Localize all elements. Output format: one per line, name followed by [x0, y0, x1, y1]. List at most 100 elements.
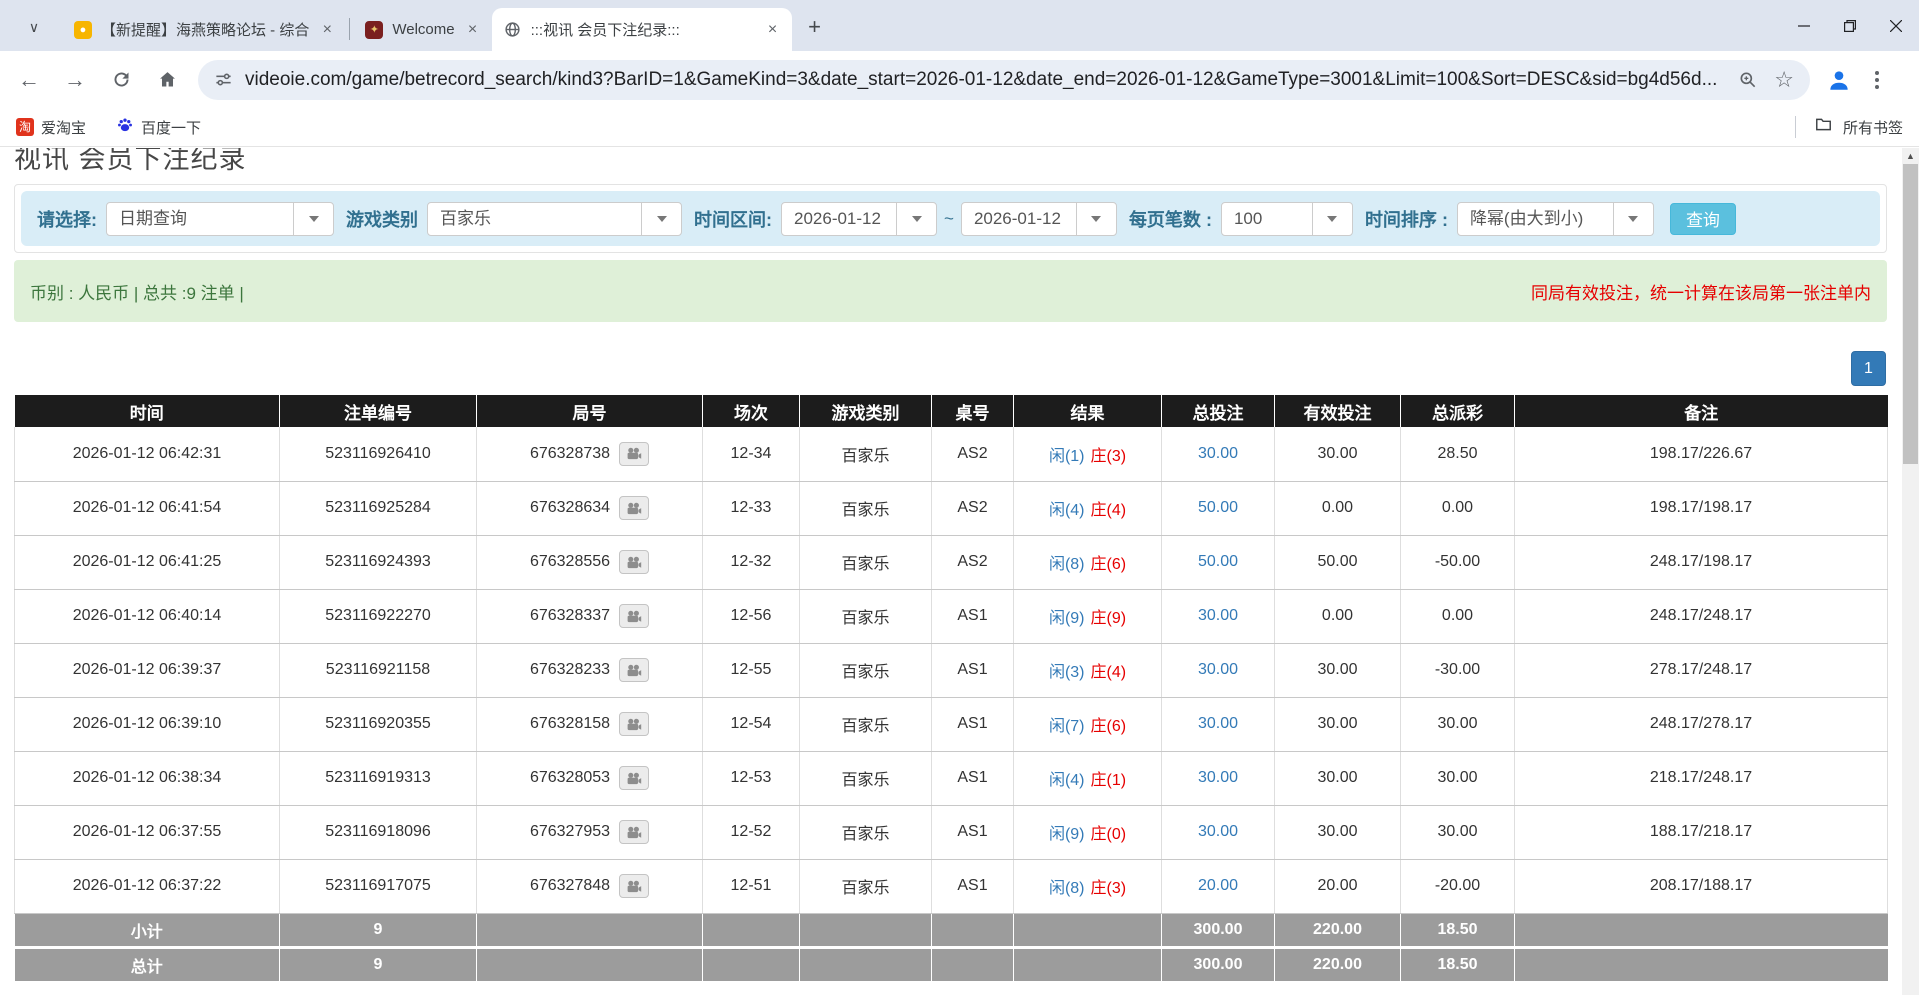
bookmark-label: 百度一下	[141, 117, 201, 138]
restore-icon[interactable]	[1827, 0, 1873, 51]
tab-close-icon[interactable]: ×	[764, 21, 782, 39]
scroll-up-arrow-icon[interactable]: ▲	[1902, 148, 1919, 164]
bet-id: 523116919313	[280, 751, 477, 805]
video-camera-icon[interactable]	[619, 496, 649, 520]
video-camera-icon[interactable]	[619, 712, 649, 736]
all-bookmarks[interactable]: 所有书签	[1795, 115, 1903, 139]
browser-tab-welcome[interactable]: ✦ Welcome ×	[353, 8, 491, 51]
summary-row: 总计 9 300.00 220.00 18.50	[15, 947, 1888, 981]
zoom-magnifier-icon[interactable]	[1738, 70, 1758, 90]
forward-arrow-icon[interactable]: →	[58, 63, 92, 97]
video-camera-icon[interactable]	[619, 442, 649, 466]
total-bet-link[interactable]: 50.00	[1198, 499, 1238, 516]
menu-dots-icon[interactable]	[1866, 71, 1888, 89]
total-bet-link[interactable]: 30.00	[1198, 661, 1238, 678]
result-player: 闲(8)	[1049, 880, 1085, 897]
result-player: 闲(9)	[1049, 826, 1085, 843]
bet-id: 523116918096	[280, 805, 477, 859]
total-bet-link[interactable]: 30.00	[1198, 445, 1238, 462]
total-bet-link[interactable]: 30.00	[1198, 607, 1238, 624]
result-cell: 闲(8)庄(6)	[1014, 535, 1162, 589]
tab-search-chevron-icon[interactable]: ∨	[20, 13, 48, 41]
total-bet-link[interactable]: 50.00	[1198, 553, 1238, 570]
new-tab-button[interactable]: +	[800, 13, 830, 43]
bookmark-star-icon[interactable]: ☆	[1774, 67, 1794, 93]
round-cell: 676328053	[477, 751, 703, 805]
bet-time: 2026-01-12 06:38:34	[15, 751, 280, 805]
game-type: 百家乐	[800, 805, 932, 859]
tab-title: Welcome	[392, 21, 454, 38]
caret-down-icon	[293, 203, 333, 235]
tab-close-icon[interactable]: ×	[464, 21, 482, 39]
bookmark-baidu[interactable]: 百度一下	[116, 116, 201, 139]
bookmark-taobao[interactable]: 淘 爱淘宝	[16, 117, 86, 138]
time-sort-select[interactable]: 降幂(由大到小)	[1457, 202, 1654, 236]
game-type: 百家乐	[800, 589, 932, 643]
globe-icon	[504, 21, 522, 39]
bet-time: 2026-01-12 06:39:37	[15, 643, 280, 697]
search-button[interactable]: 查询	[1670, 203, 1736, 235]
round-cell: 676327848	[477, 859, 703, 913]
bet-id: 523116924393	[280, 535, 477, 589]
query-type-select[interactable]: 日期查询	[106, 202, 334, 236]
round-cell: 676328556	[477, 535, 703, 589]
summary-row: 小计 9 300.00 220.00 18.50	[15, 913, 1888, 947]
caret-down-icon	[1076, 203, 1116, 235]
back-arrow-icon[interactable]: ←	[12, 63, 46, 97]
round-number: 676328738	[530, 445, 610, 462]
vertical-scrollbar[interactable]: ▲	[1902, 148, 1919, 995]
query-type-value: 日期查询	[107, 203, 293, 235]
bet-id: 523116922270	[280, 589, 477, 643]
result-player: 闲(7)	[1049, 718, 1085, 735]
scrollbar-thumb[interactable]	[1903, 164, 1918, 464]
caret-down-icon	[641, 203, 681, 235]
session-number: 12-33	[703, 481, 800, 535]
profile-avatar-icon[interactable]	[1826, 67, 1852, 93]
url-text[interactable]: videoie.com/game/betrecord_search/kind3?…	[245, 69, 1722, 91]
time-sort-value: 降幂(由大到小)	[1458, 203, 1613, 235]
table-row: 2026-01-12 06:41:25 523116924393 6763285…	[15, 535, 1888, 589]
browser-tab-betrecord-active[interactable]: :::视讯 会员下注纪录::: ×	[492, 8, 792, 51]
video-camera-icon[interactable]	[619, 550, 649, 574]
game-type-label: 游戏类别	[346, 206, 418, 232]
total-bet-link[interactable]: 30.00	[1198, 769, 1238, 786]
table-row: 2026-01-12 06:41:54 523116925284 6763286…	[15, 481, 1888, 535]
total-bet-cell: 30.00	[1162, 751, 1275, 805]
video-camera-icon[interactable]	[619, 604, 649, 628]
table-number: AS1	[932, 751, 1014, 805]
site-settings-tune-icon[interactable]	[214, 70, 233, 89]
result-cell: 闲(7)庄(6)	[1014, 697, 1162, 751]
result-banker: 庄(6)	[1091, 556, 1127, 573]
minimize-icon[interactable]	[1781, 0, 1827, 51]
table-row: 2026-01-12 06:40:14 523116922270 6763283…	[15, 589, 1888, 643]
date-start-value: 2026-01-12	[782, 203, 896, 235]
session-number: 12-51	[703, 859, 800, 913]
video-camera-icon[interactable]	[619, 874, 649, 898]
total-bet-link[interactable]: 30.00	[1198, 823, 1238, 840]
bet-id: 523116921158	[280, 643, 477, 697]
home-icon[interactable]	[150, 63, 184, 97]
session-number: 12-54	[703, 697, 800, 751]
payout-value: 0.00	[1401, 589, 1515, 643]
close-icon[interactable]	[1873, 0, 1919, 51]
reload-icon[interactable]	[104, 63, 138, 97]
video-camera-icon[interactable]	[619, 820, 649, 844]
summary-count: 9	[280, 947, 477, 981]
video-camera-icon[interactable]	[619, 658, 649, 682]
page-number-button[interactable]: 1	[1851, 351, 1886, 386]
taobao-icon: 淘	[16, 118, 34, 136]
total-bet-link[interactable]: 30.00	[1198, 715, 1238, 732]
per-page-select[interactable]: 100	[1221, 202, 1353, 236]
video-camera-icon[interactable]	[619, 766, 649, 790]
date-start-select[interactable]: 2026-01-12	[781, 202, 937, 236]
tab-title: 【新提醒】海燕策略论坛 - 综合	[101, 19, 309, 40]
table-header-row: 时间注单编号局号场次游戏类别桌号结果总投注有效投注总派彩备注	[15, 395, 1888, 427]
summary-count: 9	[280, 913, 477, 947]
address-bar[interactable]: videoie.com/game/betrecord_search/kind3?…	[198, 60, 1810, 100]
game-type: 百家乐	[800, 697, 932, 751]
total-bet-link[interactable]: 20.00	[1198, 877, 1238, 894]
game-type-select[interactable]: 百家乐	[427, 202, 682, 236]
browser-tab-forum[interactable]: ● 【新提醒】海燕策略论坛 - 综合 ×	[62, 8, 346, 51]
tab-close-icon[interactable]: ×	[318, 21, 336, 39]
date-end-select[interactable]: 2026-01-12	[961, 202, 1117, 236]
